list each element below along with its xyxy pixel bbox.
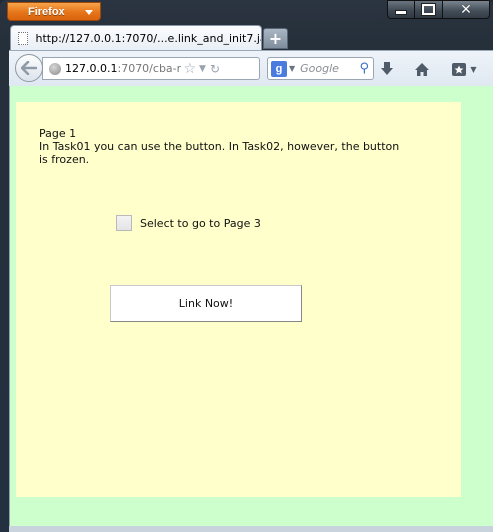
google-icon[interactable]: g xyxy=(271,60,287,77)
url-host: 127.0.0.1 xyxy=(65,62,118,75)
close-button[interactable]: ✕ xyxy=(443,0,490,19)
window-controls: ✕ xyxy=(387,0,490,20)
downloads-button[interactable] xyxy=(377,59,397,79)
plus-icon: + xyxy=(268,28,283,48)
back-button[interactable] xyxy=(15,54,43,82)
bottom-frame xyxy=(9,526,493,532)
maximize-icon xyxy=(421,3,436,16)
go-to-page3-option[interactable]: Select to go to Page 3 xyxy=(116,215,261,231)
tab-title: http://127.0.0.1:7070/...e.link_and_init… xyxy=(35,32,261,45)
url-bar[interactable]: 127.0.0.1 :7070/cba-runtir ☆ ▼ ↻ xyxy=(42,57,260,80)
reload-icon[interactable]: ↻ xyxy=(210,62,220,76)
browser-window: Firefox ✕ http://127.0.0.1:7070/...e.lin… xyxy=(0,0,493,532)
search-icon[interactable]: ⚲ xyxy=(359,61,369,76)
tab-current[interactable]: http://127.0.0.1:7070/...e.link_and_init… xyxy=(10,25,262,51)
bookmarks-icon xyxy=(452,62,467,76)
download-icon xyxy=(381,62,393,75)
instruction-body: In Task01 you can use the button. In Tas… xyxy=(39,140,400,166)
page-content: Page 1 In Task01 you can use the button.… xyxy=(9,86,493,527)
firefox-menu-button[interactable]: Firefox xyxy=(7,2,101,21)
go-to-page3-checkbox[interactable] xyxy=(116,215,132,231)
task-panel: Page 1 In Task01 you can use the button.… xyxy=(16,102,461,497)
search-box[interactable]: g ▼ Google ⚲ xyxy=(267,57,374,80)
instruction-text: Page 1 In Task01 you can use the button.… xyxy=(39,127,409,166)
link-now-button[interactable]: Link Now! xyxy=(110,285,302,322)
checkbox-label: Select to go to Page 3 xyxy=(140,216,261,230)
bookmark-star-icon[interactable]: ☆ xyxy=(183,61,196,77)
page-heading: Page 1 xyxy=(39,127,77,140)
bookmarks-dropdown-icon: ▼ xyxy=(470,64,477,74)
url-path: :7070/cba-runtir xyxy=(117,62,182,75)
navigation-toolbar: 127.0.0.1 :7070/cba-runtir ☆ ▼ ↻ g ▼ Goo… xyxy=(9,50,493,86)
dropdown-arrow-icon xyxy=(85,10,93,15)
search-placeholder: Google xyxy=(300,62,339,75)
firefox-menu-label: Firefox xyxy=(28,5,65,18)
minimize-button[interactable] xyxy=(387,0,415,19)
search-engine-dropdown-icon[interactable]: ▼ xyxy=(289,64,295,73)
link-now-label: Link Now! xyxy=(178,297,234,310)
page-icon xyxy=(18,32,29,45)
home-button[interactable] xyxy=(412,59,432,79)
minimize-icon xyxy=(395,10,407,15)
maximize-button[interactable] xyxy=(415,0,443,19)
bookmarks-menu-button[interactable]: ▼ xyxy=(447,59,481,79)
close-icon: ✕ xyxy=(460,1,472,18)
history-dropdown-icon[interactable]: ▼ xyxy=(199,64,206,74)
back-arrow-icon xyxy=(21,61,37,75)
globe-icon xyxy=(49,62,61,75)
home-icon xyxy=(415,62,429,76)
new-tab-button[interactable]: + xyxy=(263,28,288,49)
